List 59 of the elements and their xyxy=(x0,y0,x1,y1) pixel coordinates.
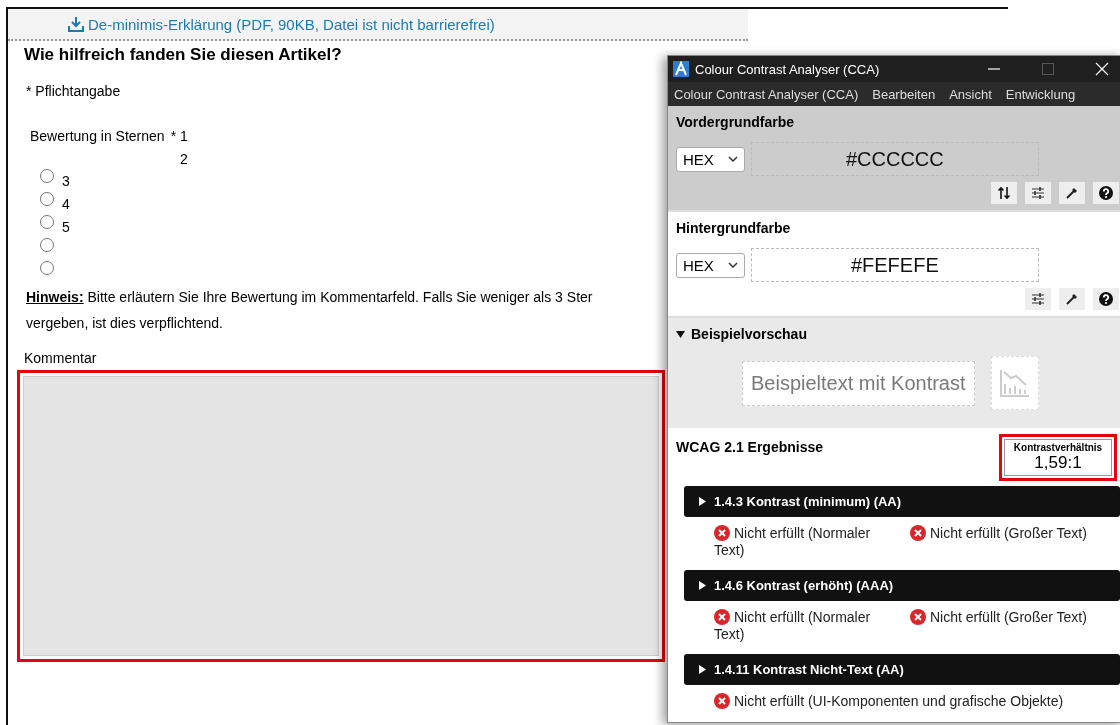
help-button[interactable] xyxy=(1093,288,1119,310)
option-label: 5 xyxy=(62,219,70,235)
option-label: 3 xyxy=(62,173,70,189)
check-result: Nicht erfüllt (Normaler Text) xyxy=(714,525,872,559)
section-heading: WCAG 2.1 Ergebnisse xyxy=(676,439,824,455)
section-heading: Hintergrundfarbe xyxy=(676,220,792,236)
comment-label: Kommentar xyxy=(24,350,98,366)
check-result: Nicht erfüllt (UI-Komponenten und grafische Objekte) xyxy=(714,693,1114,710)
menu-item[interactable]: Colour Contrast Analyser (CCA) xyxy=(674,86,859,102)
required-note: * Pflichtangabe xyxy=(26,83,122,99)
menu-item[interactable]: Entwicklung xyxy=(1005,86,1076,102)
maximize-icon xyxy=(1041,62,1055,76)
close-icon xyxy=(1095,62,1109,76)
section-heading[interactable]: Beispielvorschau xyxy=(691,326,807,342)
help-button[interactable] xyxy=(1093,182,1119,204)
window-title: Colour Contrast Analyser (CCA) xyxy=(695,61,881,77)
option-label: 4 xyxy=(62,196,70,212)
option-label: 2 xyxy=(180,151,188,167)
eyedropper-button[interactable] xyxy=(1059,288,1085,310)
color-value-field[interactable]: #FEFEFE xyxy=(750,248,1039,282)
swap-icon xyxy=(997,186,1011,200)
required-mark: * xyxy=(170,128,177,146)
check-result: Nicht erfüllt (Normaler Text) xyxy=(714,609,872,643)
adjust-icon xyxy=(1031,292,1045,306)
app-logo-icon xyxy=(673,61,689,77)
caret-icon xyxy=(727,262,738,268)
sample-text: Beispieltext mit Kontrast xyxy=(742,360,975,406)
help-icon xyxy=(1099,186,1113,200)
format-select[interactable]: HEX xyxy=(676,146,745,172)
menu-item[interactable]: Ansicht xyxy=(949,86,992,102)
menu-item[interactable]: Bearbeiten xyxy=(872,86,936,102)
criterion-header[interactable]: 1.4.11 Kontrast Nicht-Text (AA) xyxy=(684,654,1120,685)
format-select[interactable]: HEX xyxy=(676,252,745,278)
color-value-field[interactable]: #CCCCCC xyxy=(750,142,1039,176)
criterion-title: 1.4.11 Kontrast Nicht-Text (AA) xyxy=(714,662,904,677)
chart-sample-icon xyxy=(990,356,1039,410)
check-result: Nicht erfüllt (Großer Text) xyxy=(910,609,1110,643)
hint-text: Hinweis: Bitte erläutern Sie Ihre Bewertung im Kommentarfeld. Falls Sie weniger als 3 Ster vergeben, ist dies verpflichtend. xyxy=(26,288,594,333)
eyedropper-icon xyxy=(1065,292,1079,306)
caret-icon xyxy=(727,156,738,162)
swap-button[interactable] xyxy=(991,182,1017,204)
option-label: 1 xyxy=(180,128,188,144)
question-heading: Wie hilfreich fanden Sie diesen Artikel? xyxy=(24,45,343,65)
adjust-button[interactable] xyxy=(1025,182,1051,204)
criterion-title: 1.4.6 Kontrast (erhöht) (AAA) xyxy=(714,578,894,593)
adjust-button[interactable] xyxy=(1025,288,1051,310)
criterion-title: 1.4.3 Kontrast (minimum) (AA) xyxy=(714,494,902,509)
ratio-label: Kontrastverhältnis xyxy=(1012,442,1104,453)
ratio-value: 1,59:1 xyxy=(1033,453,1083,473)
eyedropper-icon xyxy=(1065,186,1079,200)
eyedropper-button[interactable] xyxy=(1059,182,1085,204)
help-icon xyxy=(1099,292,1113,306)
section-heading: Vordergrundfarbe xyxy=(676,114,795,130)
criterion-header[interactable]: 1.4.6 Kontrast (erhöht) (AAA) xyxy=(684,570,1120,601)
criterion-header[interactable]: 1.4.3 Kontrast (minimum) (AA) xyxy=(684,486,1120,517)
rating-label: Bewertung in Sternen xyxy=(30,128,165,146)
check-result: Nicht erfüllt (Großer Text) xyxy=(910,525,1110,559)
download-icon xyxy=(68,16,84,32)
adjust-icon xyxy=(1031,186,1045,200)
